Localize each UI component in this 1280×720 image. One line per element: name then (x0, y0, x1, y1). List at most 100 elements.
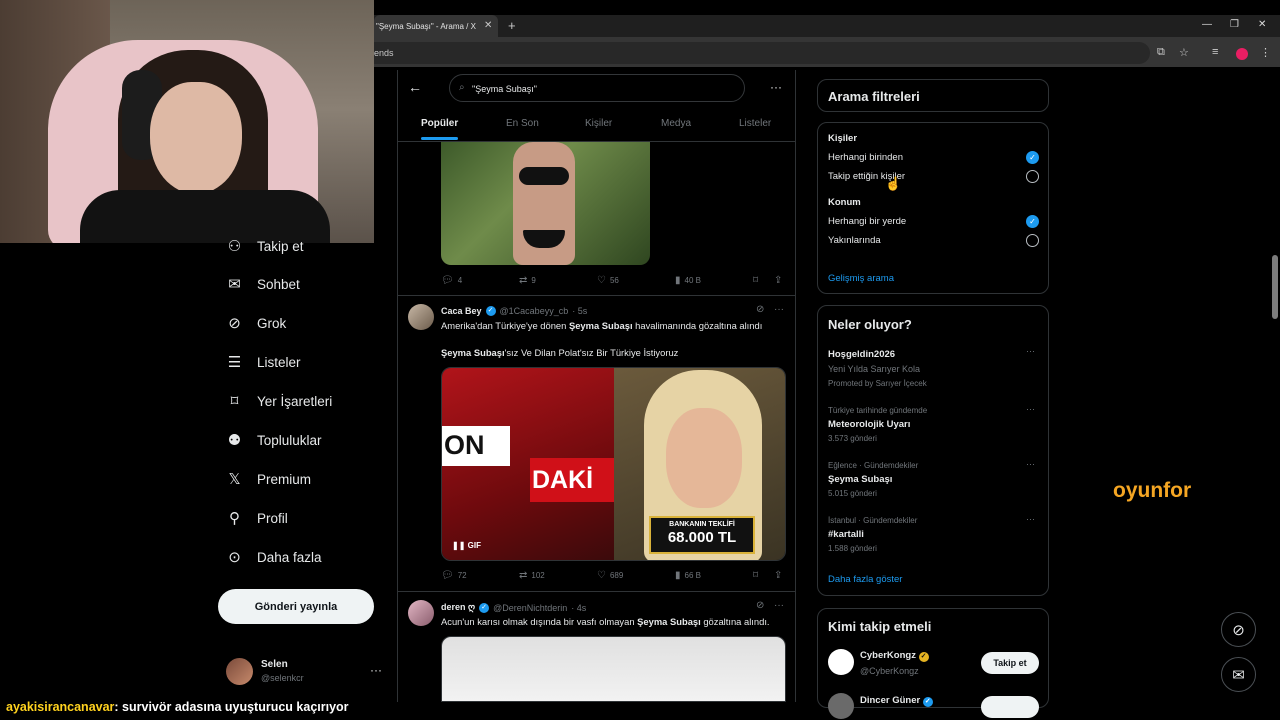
tweet-author-name[interactable]: deren ღ (441, 602, 475, 613)
avatar[interactable] (408, 304, 434, 330)
scrollbar-thumb[interactable] (1272, 255, 1278, 319)
trend-more-icon[interactable]: ··· (1026, 346, 1035, 356)
gif-pause-button[interactable]: ❚❚ GIF (452, 541, 481, 550)
retweet-button[interactable]: ⇄ 9 (519, 275, 536, 286)
minimize-button[interactable]: — (1202, 19, 1212, 30)
radio-following[interactable] (1026, 170, 1039, 183)
tab-lists[interactable]: Listeler (739, 118, 771, 129)
trends-panel: Neler oluyor? Hoşgeldin2026 ··· Yeni Yıl… (817, 305, 1049, 596)
filters-title: Arama filtreleri (828, 89, 920, 104)
trend-title[interactable]: Şeyma Subaşı (828, 474, 892, 485)
avatar[interactable] (828, 693, 854, 719)
tweet-time[interactable]: · 4s (571, 603, 586, 613)
share-button[interactable]: ⇪ (774, 570, 782, 581)
close-window-button[interactable]: ✕ (1258, 19, 1266, 30)
radio-anywhere[interactable]: ✓ (1026, 215, 1039, 228)
cast-icon[interactable]: ⧉ (1157, 46, 1165, 59)
follow-button[interactable]: Takip et (981, 652, 1039, 674)
filter-option-anyone[interactable]: Herhangi birinden (828, 152, 903, 163)
reply-button[interactable]: 💬︎ 4 (441, 275, 462, 286)
tweet-author-handle[interactable]: @1Cacabeyy_cb (500, 306, 569, 316)
scrollbar[interactable] (1271, 72, 1280, 702)
share-icon: ⇪ (774, 570, 783, 581)
tweet-media-image[interactable] (441, 142, 650, 265)
tab-close-icon[interactable]: ✕ (484, 20, 492, 31)
tweet-actions: 💬︎ 72 ⇄ 102 ♡ 689 ▮ 66 B ⌑ ⇪ (441, 570, 786, 584)
trend-more-icon[interactable]: ··· (1026, 514, 1035, 524)
promoted-by-label: Promoted by Sarıyer İçecek (828, 379, 927, 388)
tab-popular[interactable]: Popüler (421, 118, 458, 129)
search-filters-header: Arama filtreleri (817, 79, 1049, 112)
grok-icon[interactable]: ⊘ (756, 304, 764, 315)
tweet-time[interactable]: · 5s (572, 306, 587, 316)
bookmark-star-icon[interactable]: ☆ (1179, 46, 1189, 59)
filter-option-anywhere[interactable]: Herhangi bir yerde (828, 216, 906, 227)
bookmark-icon: ⌑ (753, 570, 759, 581)
follow-suggestion-name[interactable]: Dincer Güner ✓ (860, 695, 933, 707)
address-bar[interactable]: ends (374, 42, 1150, 64)
sidebar-item-premium[interactable]: 𝕏 Premium (226, 467, 311, 491)
tab-latest[interactable]: En Son (506, 118, 539, 129)
trend-more-icon[interactable]: ··· (1026, 459, 1035, 469)
grok-icon[interactable]: ⊘ (756, 600, 764, 611)
radio-nearby[interactable] (1026, 234, 1039, 247)
show-more-trends-link[interactable]: Daha fazla göster (828, 574, 902, 585)
avatar[interactable] (828, 649, 854, 675)
sidebar-item-bookmarks[interactable]: ⌑ Yer İşaretleri (226, 389, 333, 413)
tweet-media-image[interactable] (441, 636, 786, 702)
new-tab-button[interactable]: + (508, 18, 516, 33)
bookmark-button[interactable]: ⌑ (753, 570, 758, 581)
search-input[interactable]: ⌕ "Şeyma Subaşı" (449, 74, 745, 102)
media-control-icon[interactable]: ≡ (1212, 46, 1218, 58)
back-arrow-icon[interactable]: ← (408, 79, 422, 95)
tweet-media-gif[interactable]: ON DAKİ BANKANIN TEKLİFİ 68.000 TL ❚❚ GI… (441, 367, 786, 561)
trend-title[interactable]: Meteorolojik Uyarı (828, 419, 910, 430)
account-switcher[interactable]: Selen @selenkcr ··· (226, 656, 386, 688)
browser-tab[interactable]: "Şeyma Subaşı" - Arama / X ✕ (374, 15, 498, 37)
bookmark-icon: ⌑ (753, 275, 759, 286)
sidebar-item-lists[interactable]: ☰ Listeler (226, 350, 301, 374)
browser-menu-icon[interactable]: ⋮ (1260, 46, 1271, 59)
reply-button[interactable]: 💬︎ 72 (441, 570, 467, 581)
post-button[interactable]: Gönderi yayınla (218, 589, 374, 624)
tab-people[interactable]: Kişiler (585, 118, 612, 129)
sidebar-item-profile[interactable]: ⚲ Profil (226, 506, 288, 530)
follow-button[interactable] (981, 696, 1039, 718)
messages-float-button[interactable]: ✉ (1221, 657, 1256, 692)
sidebar-item-grok[interactable]: ⊘ Grok (226, 311, 286, 335)
tweet-author-name[interactable]: Caca Bey (441, 306, 482, 316)
follow-suggestion-name[interactable]: CyberKongz ✓ (860, 650, 929, 662)
views-button[interactable]: ▮ 66 B (675, 570, 701, 581)
sidebar-item-follow[interactable]: ⚇ Takip et (226, 234, 304, 258)
tweet-header: Caca Bey ✓ @1Cacabeyy_cb · 5s (441, 306, 587, 316)
like-button[interactable]: ♡ 689 (597, 570, 623, 581)
radio-anyone[interactable]: ✓ (1026, 151, 1039, 164)
search-more-icon[interactable]: ··· (770, 80, 782, 94)
sidebar-item-more[interactable]: ⊙ Daha fazla (226, 545, 321, 569)
sidebar-item-chat[interactable]: ✉ Sohbet (226, 272, 300, 296)
profile-avatar-icon[interactable] (1236, 48, 1248, 60)
tweet-more-icon[interactable]: ··· (774, 304, 784, 315)
tab-media[interactable]: Medya (661, 118, 691, 129)
tweet-text-part: gözaltına alındı. (700, 616, 770, 627)
promoted-trend-title[interactable]: Hoşgeldin2026 (828, 349, 895, 360)
bookmark-button[interactable]: ⌑ (753, 275, 758, 286)
grok-float-button[interactable]: ⊘ (1221, 612, 1256, 647)
views-button[interactable]: ▮ 40 B (675, 275, 701, 286)
chat-username: ayakisirancanavar (6, 700, 115, 714)
trend-title[interactable]: #kartalli (828, 529, 864, 540)
restore-button[interactable]: ❐ (1230, 19, 1239, 30)
who-to-follow-title: Kimi takip etmeli (828, 619, 932, 634)
advanced-search-link[interactable]: Gelişmiş arama (828, 273, 894, 284)
trend-more-icon[interactable]: ··· (1026, 404, 1035, 414)
person-icon: ⚲ (229, 509, 240, 527)
retweet-button[interactable]: ⇄ 102 (519, 570, 545, 581)
sidebar-item-communities[interactable]: ⚉ Topluluklar (226, 428, 322, 452)
filter-option-nearby[interactable]: Yakınlarında (828, 235, 881, 246)
share-button[interactable]: ⇪ (774, 275, 782, 286)
tweet-author-handle[interactable]: @DerenNichtderin (493, 603, 567, 613)
avatar[interactable] (408, 600, 434, 626)
more-icon[interactable]: ··· (370, 663, 382, 677)
tweet-more-icon[interactable]: ··· (774, 600, 784, 611)
like-button[interactable]: ♡ 56 (597, 275, 619, 286)
